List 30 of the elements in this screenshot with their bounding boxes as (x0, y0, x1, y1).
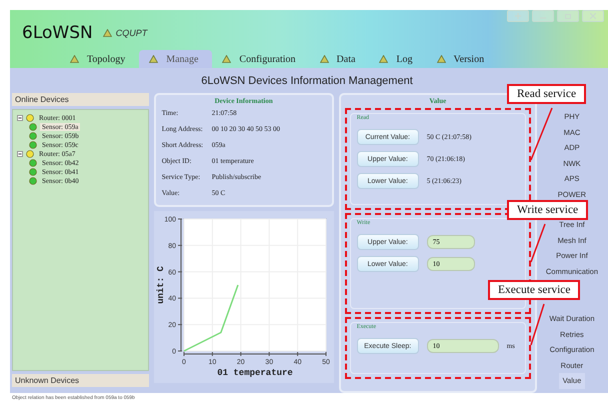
app-subtitle: CQUPT (116, 28, 148, 38)
minimize-button[interactable] (532, 10, 554, 22)
page-title: 6LoWSN Devices Information Management (200, 74, 414, 89)
app-title: 6LoWSN (22, 23, 93, 43)
tab[interactable]: Data (310, 50, 370, 68)
callout: Write service (507, 200, 588, 220)
panel-header: Online Devices (12, 93, 149, 106)
triangle-icon (149, 55, 158, 63)
panel-header: Unknown Devices (12, 374, 149, 387)
triangle-icon (320, 55, 329, 63)
maximize-button[interactable] (557, 10, 579, 22)
y-axis-label: unit: C (156, 266, 166, 304)
triangle-icon (222, 55, 232, 63)
pin-button[interactable] (507, 10, 529, 22)
tab[interactable]: Version (426, 50, 498, 68)
tab[interactable]: Manage (139, 50, 212, 68)
collapse-icon[interactable] (17, 114, 23, 120)
data-line (183, 284, 238, 352)
callout: Read service (507, 84, 586, 104)
collapse-icon[interactable] (17, 150, 23, 156)
callout: Execute service (488, 280, 580, 300)
x-axis-label: 01 temperature (216, 368, 292, 378)
triangle-icon (70, 55, 79, 63)
triangle-icon (436, 55, 446, 63)
triangle-icon (102, 29, 112, 37)
triangle-icon (379, 55, 388, 63)
tab[interactable]: Configuration (212, 50, 310, 68)
close-button[interactable] (582, 10, 604, 22)
tab[interactable]: Log (369, 50, 427, 68)
tab[interactable]: Topology (60, 50, 140, 68)
